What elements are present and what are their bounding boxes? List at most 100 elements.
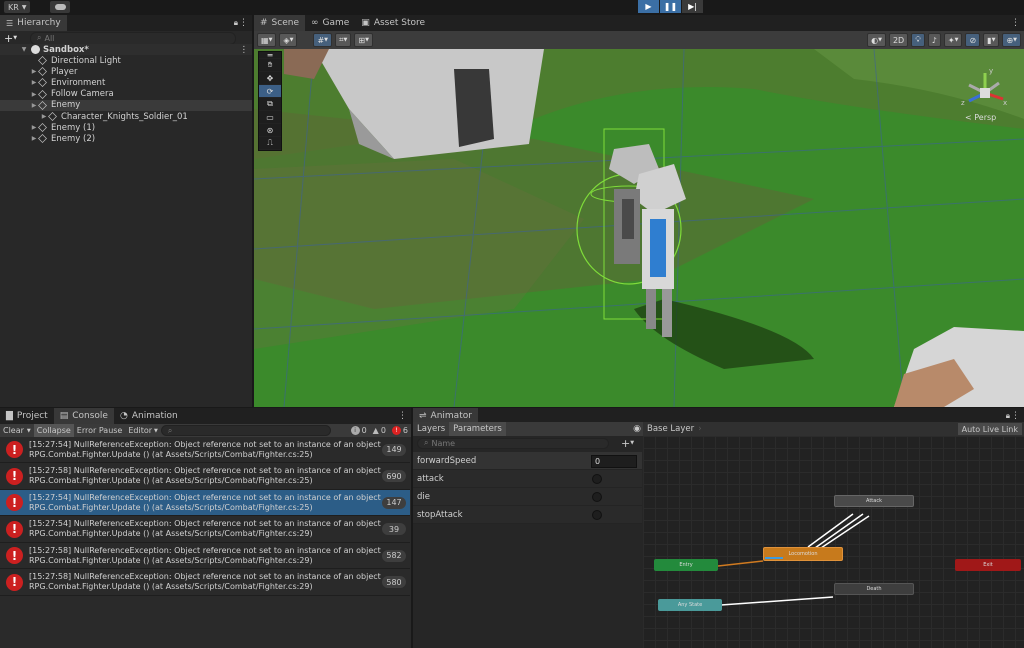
kebab-menu-icon[interactable]: ⋮ [1011,18,1020,28]
animator-parameter-row[interactable]: stopAttack [413,506,642,524]
editor-dropdown[interactable]: Editor ▼ [125,426,161,435]
warning-filter-toggle[interactable]: ▲ 0 [370,426,389,435]
hierarchy-search-input[interactable]: ⌕ All [30,31,236,45]
custom-tool[interactable]: ⎍ [259,137,281,150]
play-button[interactable]: ▶ [638,0,659,13]
toggle-2d-button[interactable]: 2D [888,33,909,47]
trigger-toggle[interactable] [592,510,602,520]
trigger-toggle[interactable] [592,474,602,484]
log-message: [15:27:58] NullReferenceException: Objec… [29,546,382,566]
cloud-button[interactable] [50,1,70,13]
lighting-toggle[interactable]: 💡︎ [911,33,925,47]
scene-viewport[interactable]: ═ ✋︎ ✥ ⟳ ⧉ ▭ ⊛ ⎍ y x z < Persp [254,49,1024,407]
trigger-toggle[interactable] [592,492,602,502]
clear-button[interactable]: Clear ▼ [0,426,34,435]
console-log-entry[interactable]: ! [15:27:54] NullReferenceException: Obje… [0,437,410,463]
warning-icon: ▲ [372,426,379,435]
lock-icon[interactable]: 🔒︎ [234,18,238,28]
console-log-entry[interactable]: ! [15:27:58] NullReferenceException: Obje… [0,464,410,490]
console-log-entry[interactable]: ! [15:27:58] NullReferenceException: Obje… [0,543,410,569]
info-filter-toggle[interactable]: i 0 [348,426,370,435]
parameter-value-field[interactable]: 0 [591,455,637,468]
expand-arrow-icon[interactable]: ▶ [30,79,38,86]
effects-dropdown[interactable]: ✦ ▼ [943,33,963,47]
console-log-entry[interactable]: ! [15:27:54] NullReferenceException: Obje… [0,490,410,516]
hand-tool[interactable]: ✋︎ [259,59,281,72]
auto-live-link-toggle[interactable]: Auto Live Link [957,423,1022,435]
snap-dropdown[interactable]: ⌗ ▼ [335,33,352,47]
console-log-entry[interactable]: ! [15:27:54] NullReferenceException: Obje… [0,517,410,543]
tab-parameters[interactable]: Parameters [449,422,506,436]
eye-icon[interactable]: ◉ [633,424,641,434]
kebab-menu-icon[interactable]: ⋮ [239,18,248,28]
hierarchy-item[interactable]: ▶ Enemy [0,99,252,111]
transform-tool[interactable]: ⊛ [259,124,281,137]
tab-animation[interactable]: ◔ Animation [114,408,184,424]
state-node-locomotion[interactable]: Locomotion [763,547,843,561]
move-tool[interactable]: ✥ [259,72,281,85]
render-mode-dropdown[interactable]: ◈ ▼ [279,33,298,47]
expand-arrow-icon[interactable]: ▶ [30,124,38,131]
expand-arrow-icon[interactable]: ▼ [20,46,28,53]
hierarchy-item[interactable]: ▶ Player [0,66,252,77]
rect-tool[interactable]: ▭ [259,111,281,124]
hierarchy-item[interactable]: ▶ Enemy (1) [0,122,252,133]
orientation-gizmo[interactable]: y x z < Persp [959,67,1011,125]
gizmos-dropdown[interactable]: ⊕ ▼ [1002,33,1021,47]
animator-parameter-row[interactable]: attack [413,470,642,488]
kebab-menu-icon[interactable]: ⋮ [240,45,249,55]
scale-tool[interactable]: ⧉ [259,98,281,111]
lock-icon[interactable]: 🔒︎ [1006,411,1010,421]
scene-root-item[interactable]: ▼ Sandbox* ⋮ [0,44,252,55]
tab-console[interactable]: ▤ Console [53,408,114,424]
rotate-tool[interactable]: ⟳ [259,85,281,98]
increment-snap-dropdown[interactable]: ⊞ ▼ [354,33,373,47]
layer-breadcrumb[interactable]: Base Layer [643,424,694,434]
hierarchy-item[interactable]: Directional Light [0,55,252,66]
expand-arrow-icon[interactable]: ▶ [40,113,48,120]
tab-layers[interactable]: Layers [413,422,449,436]
tab-game[interactable]: ∞ Game [305,15,355,31]
gameobject-cube-icon [38,78,47,88]
pause-button[interactable]: ❚❚ [660,0,681,13]
error-filter-toggle[interactable]: ! 6 [389,426,411,435]
expand-arrow-icon[interactable]: ▶ [30,68,38,75]
error-pause-toggle[interactable]: Error Pause [74,426,126,435]
console-log-entry[interactable]: ! [15:27:58] NullReferenceException: Obje… [0,570,410,596]
tab-asset-store[interactable]: ▣ Asset Store [355,15,431,31]
animator-parameter-row[interactable]: die [413,488,642,506]
state-node-exit[interactable]: Exit [955,559,1021,571]
state-node-entry[interactable]: Entry [654,559,718,571]
expand-arrow-icon[interactable]: ▶ [30,102,38,109]
hidden-objects-toggle[interactable]: ⊘ [965,33,981,47]
palette-handle[interactable]: ═ [259,51,281,60]
tab-hierarchy[interactable]: ☰ Hierarchy [0,15,67,31]
account-dropdown[interactable]: KR ▼ [4,1,31,13]
state-node-any-state[interactable]: Any State [658,599,722,611]
kebab-menu-icon[interactable]: ⋮ [398,411,407,421]
log-message-line1: [15:27:54] NullReferenceException: Objec… [29,492,381,502]
shading-dropdown[interactable]: ◐ ▼ [867,33,886,47]
kebab-menu-icon[interactable]: ⋮ [1011,411,1020,421]
collapse-toggle[interactable]: Collapse [33,424,74,437]
add-param-button[interactable]: + ▼ [621,437,634,450]
state-node-death[interactable]: Death [834,583,914,595]
add-button[interactable]: + ▼ [0,32,20,45]
step-button[interactable]: ▶| [682,0,703,13]
grid-snap-dropdown[interactable]: # ▼ [313,33,332,47]
hierarchy-item[interactable]: ▶ Enemy (2) [0,133,252,144]
param-search-input[interactable]: ⌕ Name [417,437,609,449]
hierarchy-item[interactable]: ▶ Environment [0,77,252,88]
state-node-attack[interactable]: Attack [834,495,914,507]
hierarchy-item[interactable]: ▶ Character_Knights_Soldier_01 [0,111,252,122]
tab-project[interactable]: ▇ Project [0,408,54,424]
tab-scene[interactable]: # Scene [254,15,305,31]
animator-graph[interactable]: Attack Locomotion Entry Exit Death Any S… [643,436,1024,648]
hierarchy-item[interactable]: ▶ Follow Camera [0,89,252,100]
persp-label[interactable]: < Persp [965,113,996,122]
audio-toggle[interactable]: ♪ [927,33,941,47]
camera-dropdown[interactable]: ▮ ▼ [983,33,1000,47]
expand-arrow-icon[interactable]: ▶ [30,135,38,142]
draw-mode-dropdown[interactable]: ▦ ▼ [257,33,277,47]
console-search-input[interactable]: ⌕ [160,425,331,436]
